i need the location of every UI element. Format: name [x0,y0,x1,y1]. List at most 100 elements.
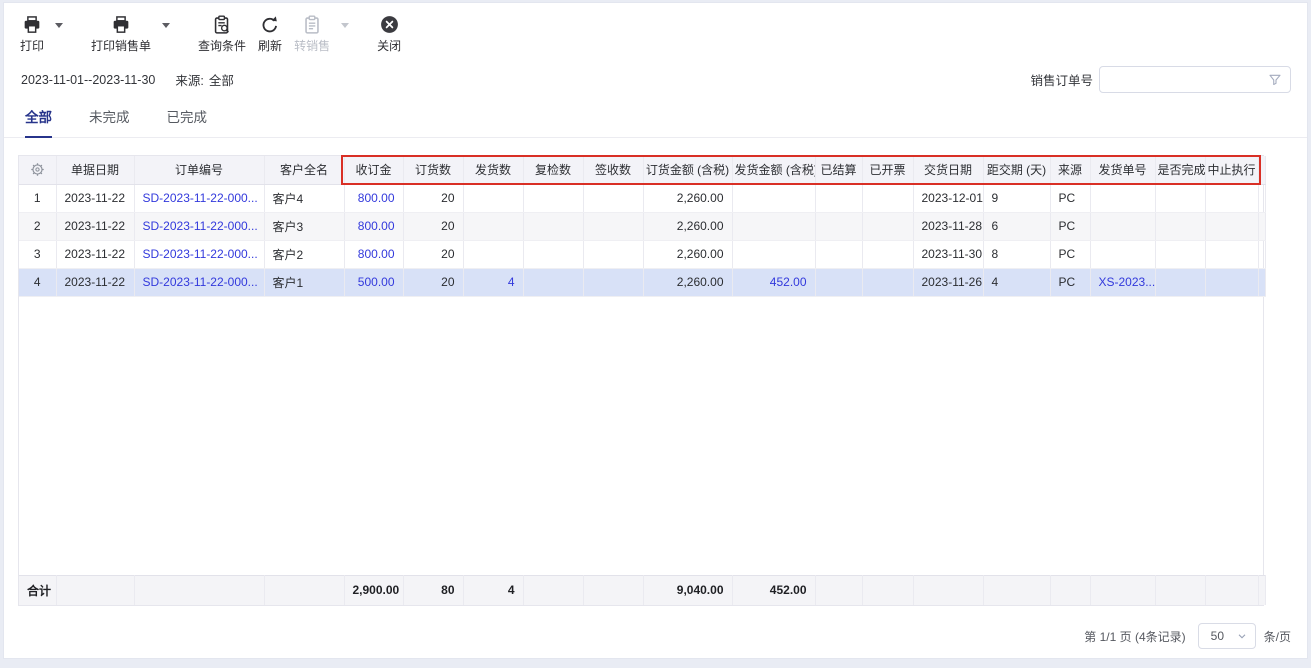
cell [1155,240,1205,268]
cell: 客户1 [264,268,344,296]
cell: 2,260.00 [643,184,732,212]
table-row[interactable]: 22023-11-22SD-2023-11-22-000...客户3800.00… [19,212,1265,240]
date-range-text: 2023-11-01--2023-11-30 [21,73,155,87]
order-link[interactable]: SD-2023-11-22-000... [143,275,258,289]
total-cell [583,575,643,605]
clipboard-icon [301,14,323,36]
table-row[interactable]: 32023-11-22SD-2023-11-22-000...客户2800.00… [19,240,1265,268]
sales-order-no-input[interactable] [1100,67,1290,92]
print-button-group: 打印 [20,13,79,54]
order-link[interactable]: SD-2023-11-22-000... [143,219,258,233]
column-header[interactable]: 订货数 [403,156,463,184]
filler-cell [1258,212,1265,240]
cell: SD-2023-11-22-000... [134,240,264,268]
cell [732,240,815,268]
order-link[interactable]: XS-2023... [1099,275,1156,289]
header-row: 单据日期订单编号客户全名收订金订货数发货数复检数签收数订货金额 (含税)发货金额… [19,156,1265,184]
cell [523,240,583,268]
row-number: 1 [19,184,56,212]
cell: 20 [403,240,463,268]
tab-2[interactable]: 已完成 [167,106,208,137]
print-sales-order-button-group: 打印销售单 [91,13,186,54]
cell [463,184,523,212]
print-button[interactable]: 打印 [20,13,44,54]
column-header[interactable]: 交货日期 [913,156,983,184]
gear-icon[interactable] [21,161,54,178]
cell: 452.00 [732,268,815,296]
dropdown-caret-icon[interactable] [55,23,63,32]
tab-1[interactable]: 未完成 [89,106,130,137]
cell [1205,240,1258,268]
total-cell: 9,040.00 [643,575,732,605]
cell: 8 [983,240,1050,268]
sales-order-list-window: 打印 打印销售单查询条件刷新转销售 关闭 2023-11-01--2023-11-3… [3,2,1308,659]
cell: 800.00 [344,184,403,212]
column-header[interactable]: 距交期 (天) [983,156,1050,184]
cell: PC [1050,184,1090,212]
query-conditions-button[interactable]: 查询条件 [198,13,246,54]
column-header[interactable]: 发货单号 [1090,156,1155,184]
close-button[interactable]: 关闭 [377,13,401,54]
cell [1090,212,1155,240]
column-header[interactable]: 单据日期 [56,156,134,184]
total-row: 合计2,900.008049,040.00452.00 [19,575,1265,605]
column-header[interactable]: 中止执行 [1205,156,1258,184]
column-header[interactable]: 来源 [1050,156,1090,184]
column-header[interactable]: 收订金 [344,156,403,184]
total-cell: 4 [463,575,523,605]
column-header[interactable]: 订货金额 (含税) [643,156,732,184]
query-conditions-button-label: 查询条件 [198,37,246,54]
column-header[interactable]: 发货数 [463,156,523,184]
pagination-bar: 第 1/1 页 (4条记录) 50 条/页 [4,606,1307,649]
cell [1090,184,1155,212]
cell: 2023-11-28 [913,212,983,240]
table-row[interactable]: 12023-11-22SD-2023-11-22-000...客户4800.00… [19,184,1265,212]
cell: 9 [983,184,1050,212]
filler-cell [1258,575,1265,605]
printer-icon [21,14,43,36]
column-header[interactable]: 订单编号 [134,156,264,184]
page-size-select[interactable]: 50 [1198,623,1256,649]
close-circle-icon [379,14,400,35]
cell: PC [1050,268,1090,296]
column-header[interactable]: 复检数 [523,156,583,184]
cell: 2,260.00 [643,240,732,268]
cell [463,240,523,268]
print-sales-order-button[interactable]: 打印销售单 [91,13,151,54]
column-header[interactable]: 已开票 [862,156,913,184]
cell: 2023-11-26 [913,268,983,296]
cell [1090,240,1155,268]
order-link[interactable]: SD-2023-11-22-000... [143,191,258,205]
column-header[interactable]: 签收数 [583,156,643,184]
source-filter-text: 来源:全部 [175,70,234,89]
refresh-button[interactable]: 刷新 [258,13,282,54]
cell [815,268,862,296]
filter-funnel-icon[interactable] [1267,72,1283,88]
dropdown-caret-icon[interactable] [162,23,170,32]
cell: PC [1050,212,1090,240]
cell: 4 [983,268,1050,296]
column-header[interactable]: 发货金额 (含税) [732,156,815,184]
order-grid: 单据日期订单编号客户全名收订金订货数发货数复检数签收数订货金额 (含税)发货金额… [18,155,1264,606]
cell: 2023-11-30 [913,240,983,268]
cell [815,212,862,240]
total-cell: 80 [403,575,463,605]
cell: 500.00 [344,268,403,296]
order-link[interactable]: SD-2023-11-22-000... [143,247,258,261]
column-settings-cell[interactable] [19,156,56,184]
table-row[interactable]: 42023-11-22SD-2023-11-22-000...客户1500.00… [19,268,1265,296]
transfer-to-sales-button-label: 转销售 [294,37,330,54]
total-cell: 2,900.00 [344,575,403,605]
total-cell [523,575,583,605]
column-header[interactable]: 是否完成 [1155,156,1205,184]
filler-cell [1258,268,1265,296]
column-header[interactable]: 已结算 [815,156,862,184]
toolbar: 打印 打印销售单查询条件刷新转销售 关闭 [4,3,1307,55]
tab-0[interactable]: 全部 [25,106,52,138]
row-number: 3 [19,240,56,268]
cell [1155,184,1205,212]
cell [523,212,583,240]
cell [815,240,862,268]
column-header[interactable]: 客户全名 [264,156,344,184]
filler-cell [1258,184,1265,212]
